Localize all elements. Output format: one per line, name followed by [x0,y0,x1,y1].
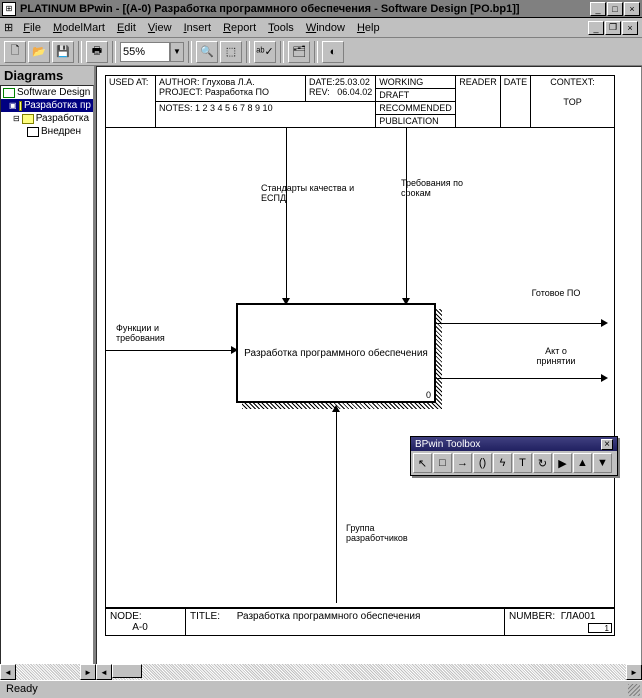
mdi-restore-button[interactable]: ❐ [605,21,621,35]
page-icon [27,127,39,137]
expand-icon[interactable]: ⊟ [13,114,20,123]
scroll-right-icon[interactable]: ► [80,664,96,680]
save-button[interactable]: 💾 [52,41,74,63]
menu-insert[interactable]: Insert [178,20,218,36]
tree-label: Software Design [17,87,90,98]
menu-report[interactable]: Report [217,20,262,36]
output1-label: Готовое ПО [526,288,586,298]
window-title-bar: ⊞ PLATINUM BPwin - [(A-0) Разработка про… [0,0,642,18]
menu-help[interactable]: Help [351,20,386,36]
toolbar-separator [314,41,318,63]
status-text: Ready [6,683,38,695]
modelmart-button[interactable]: ◐ [322,41,344,63]
menu-tools[interactable]: Tools [262,20,300,36]
minimize-button[interactable]: _ [590,2,606,16]
squiggle-tool[interactable]: ϟ [493,453,512,473]
window-title: PLATINUM BPwin - [(A-0) Разработка прогр… [20,3,590,15]
mechanism-label: Группа разработчиков [346,523,436,543]
zoom-dropdown-icon[interactable]: ▼ [170,42,184,62]
activity-label: Разработка программного обеспечения [244,348,428,359]
diagram-body[interactable]: Стандарты качества и ЕСПД Требования по … [105,128,615,608]
tree-label: Внедрен [41,126,81,137]
menu-modelmart[interactable]: ModelMart [47,20,111,36]
mdi-close-button[interactable]: × [622,21,638,35]
model-explorer-button[interactable]: 🗂 [288,41,310,63]
diagrams-panel: Diagrams Software Design ▣ Разработка пр… [0,66,96,676]
tree-item-diagram[interactable]: ▣ Разработка пр [1,99,93,112]
idef0-footer: NODE: A-0 TITLE: Разработка программного… [105,608,615,636]
print-button[interactable]: 🖶 [86,41,108,63]
page-number: 1 [588,623,612,633]
toolbar-separator [78,41,82,63]
zoom-input[interactable] [120,42,170,62]
resize-grip[interactable] [628,684,640,696]
toolbar-separator [112,41,116,63]
menu-bar: ⊞ File ModelMart Edit View Insert Report… [0,18,642,38]
goto-parent-tool[interactable]: ▲ [573,453,592,473]
toolbar-separator [188,41,192,63]
activity-number: 0 [426,390,431,400]
tree-label: Разработка [36,113,89,124]
toolbox-title: BPwin Toolbox [415,439,480,450]
pointer-tool[interactable]: ↖ [413,453,432,473]
new-button[interactable]: 🗋 [4,41,26,63]
control1-label: Стандарты качества и ЕСПД [261,183,361,203]
status-bar: Ready [0,680,642,698]
diagram-tree[interactable]: Software Design ▣ Разработка пр ⊟ Разраб… [0,85,94,676]
tree-item-page[interactable]: Внедрен [1,125,93,138]
spell-check-button[interactable]: ᵃᵇ✓ [254,41,276,63]
idef0-header: USED AT: AUTHOR: Глухова Л.А.PROJECT: Ра… [105,75,615,128]
diagrams-title: Diagrams [0,66,94,85]
app-icon: ⊞ [2,2,16,16]
zoom-combo[interactable]: ▼ [120,42,184,62]
open-button[interactable]: 📂 [28,41,50,63]
activity-box[interactable]: Разработка программного обеспечения 0 [236,303,436,403]
arrow-tool[interactable]: → [453,453,472,473]
menu-window[interactable]: Window [300,20,351,36]
used-at-cell: USED AT: [106,76,156,128]
main-toolbar: 🗋 📂 💾 🖶 ▼ 🔍 ⬚ ᵃᵇ✓ 🗂 ◐ [0,38,642,66]
scroll-left-icon[interactable]: ◄ [0,664,16,680]
scroll-left-icon[interactable]: ◄ [96,664,112,680]
refresh-tool[interactable]: ↻ [533,453,552,473]
goto-child-tool[interactable]: ▶ [553,453,572,473]
expand-icon[interactable]: ▣ [9,101,17,110]
model-icon [3,88,15,98]
tree-label: Разработка пр [24,100,91,111]
tree-item-diagram[interactable]: ⊟ Разработка [1,112,93,125]
mdi-icon[interactable]: ⊞ [4,21,13,34]
menu-view[interactable]: View [142,20,178,36]
mdi-minimize-button[interactable]: _ [588,21,604,35]
bpwin-toolbox[interactable]: BPwin Toolbox × ↖ □ → () ϟ T ↻ ▶ ▲ ▼ [410,436,618,476]
zoom-fit-button[interactable]: ⬚ [220,41,242,63]
diagram-canvas[interactable]: USED AT: AUTHOR: Глухова Л.А.PROJECT: Ра… [96,66,642,676]
tree-item-root[interactable]: Software Design [1,86,93,99]
menu-edit[interactable]: Edit [111,20,142,36]
toolbox-title-bar[interactable]: BPwin Toolbox × [411,437,617,451]
maximize-button[interactable]: □ [607,2,623,16]
toolbox-close-button[interactable]: × [601,439,613,450]
sidebar-hscroll[interactable]: ◄ ► [0,664,96,680]
close-button[interactable]: × [624,2,640,16]
output2-label: Акт о принятии [526,346,586,366]
input-label: Функции и требования [116,323,186,343]
tunnel-tool[interactable]: () [473,453,492,473]
control2-label: Требования по срокам [401,178,481,198]
canvas-hscroll[interactable]: ◄ ► [96,664,642,680]
toolbar-separator [246,41,250,63]
diagram-icon [22,114,34,124]
toolbar-separator [280,41,284,63]
scroll-right-icon[interactable]: ► [626,664,642,680]
menu-file[interactable]: File [17,20,47,36]
diagram-icon [19,101,22,111]
zoom-in-button[interactable]: 🔍 [196,41,218,63]
text-tool[interactable]: T [513,453,532,473]
goto-sibling-tool[interactable]: ▼ [593,453,612,473]
box-tool[interactable]: □ [433,453,452,473]
